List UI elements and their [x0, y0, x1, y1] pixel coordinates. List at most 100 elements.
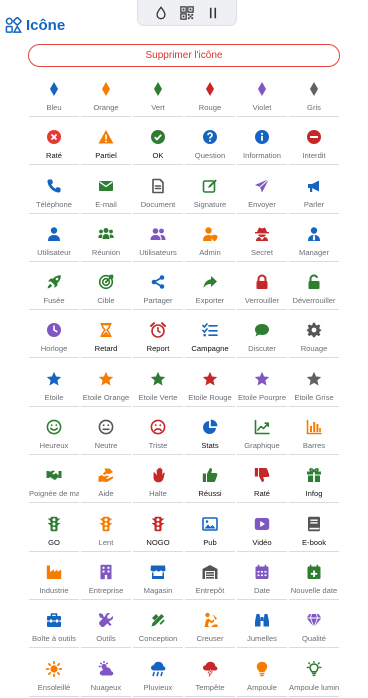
icon-option-qualite[interactable]: Qualité [288, 605, 340, 653]
icon-option-nuageux[interactable]: Nuageux [80, 654, 132, 698]
user-secret-icon [254, 223, 270, 245]
icon-option-label: Nouvelle date [289, 586, 339, 600]
icon-option-rate[interactable]: Raté [236, 460, 288, 508]
icon-option-etoile-orange[interactable]: Etoile Orange [80, 364, 132, 412]
icon-option-rouge[interactable]: Rouge [184, 74, 236, 122]
icon-option-neutre[interactable]: Neutre [80, 412, 132, 460]
users-two-icon [150, 223, 166, 245]
icon-option-nogo[interactable]: NOGO [132, 509, 184, 557]
icon-option-pluvieux[interactable]: Pluvieux [132, 654, 184, 698]
icon-option-halte[interactable]: Halte [132, 460, 184, 508]
icon-grid: Bleu Orange Vert Rouge Violet Gris Raté Partiel… [0, 74, 368, 698]
icon-option-reussi[interactable]: Réussi [184, 460, 236, 508]
icon-option-cible[interactable]: Cible [80, 267, 132, 315]
icon-option-deverrouiller[interactable]: Déverrouiller [288, 267, 340, 315]
icon-option-triste[interactable]: Triste [132, 412, 184, 460]
icon-option-gris[interactable]: Gris [288, 74, 340, 122]
icon-option-etoile-verte[interactable]: Etoile Verte [132, 364, 184, 412]
icon-option-infog[interactable]: Infog [288, 460, 340, 508]
icon-option-utilisateurs[interactable]: Utilisateurs [132, 219, 184, 267]
icon-option-report[interactable]: Report [132, 315, 184, 363]
icon-option-signature[interactable]: Signature [184, 171, 236, 219]
icon-option-manager[interactable]: Manager [288, 219, 340, 267]
icon-option-video[interactable]: Vidéo [236, 509, 288, 557]
icon-option-aide[interactable]: Aide [80, 460, 132, 508]
icon-option-envoyer[interactable]: Envoyer [236, 171, 288, 219]
icon-option-e-book[interactable]: E-book [288, 509, 340, 557]
icon-option-vert[interactable]: Vert [132, 74, 184, 122]
icon-option-label: Question [185, 151, 235, 166]
delete-icon-button[interactable]: Supprimer l'icône [28, 44, 340, 67]
icon-option-heureux[interactable]: Heureux [28, 412, 80, 460]
top-toolbar [137, 0, 237, 26]
icon-option-etoile[interactable]: Etoile [28, 364, 80, 412]
icon-option-interdit[interactable]: Interdit [288, 122, 340, 170]
icon-option-discuter[interactable]: Discuter [236, 315, 288, 363]
icon-option-entrepot[interactable]: Entrepôt [184, 557, 236, 605]
pause-icon[interactable] [204, 4, 222, 22]
icon-option-poignee-de-main[interactable]: Poignée de main [28, 460, 80, 508]
icon-option-partiel[interactable]: Partiel [80, 122, 132, 170]
icon-option-parler[interactable]: Parler [288, 171, 340, 219]
icon-option-ensoleille[interactable]: Ensoleillé [28, 654, 80, 698]
icon-option-ampoule[interactable]: Ampoule [236, 654, 288, 698]
icon-option-rate[interactable]: Raté [28, 122, 80, 170]
icon-option-tempete[interactable]: Tempête [184, 654, 236, 698]
icon-option-lent[interactable]: Lent [80, 509, 132, 557]
icon-option-information[interactable]: Information [236, 122, 288, 170]
icon-option-creuser[interactable]: Creuser [184, 605, 236, 653]
icon-option-document[interactable]: Document [132, 171, 184, 219]
icon-option-stats[interactable]: Stats [184, 412, 236, 460]
icon-option-etoile-rouge[interactable]: Etoile Rouge [184, 364, 236, 412]
handshake-icon [46, 464, 62, 486]
icon-option-boite-a-outils[interactable]: Boîte à outils [28, 605, 80, 653]
icon-option-telephone[interactable]: Téléphone [28, 171, 80, 219]
icon-option-orange[interactable]: Orange [80, 74, 132, 122]
icon-option-go[interactable]: GO [28, 509, 80, 557]
icon-option-reunion[interactable]: Réunion [80, 219, 132, 267]
icon-option-verrouiller[interactable]: Verrouiller [236, 267, 288, 315]
icon-option-label: Ensoleillé [29, 683, 79, 697]
icon-option-etoile-pourpre[interactable]: Etoile Pourpre [236, 364, 288, 412]
icon-option-label: Neutre [81, 441, 131, 456]
icon-option-exporter[interactable]: Exporter [184, 267, 236, 315]
icon-option-etoile-grise[interactable]: Etoile Grise [288, 364, 340, 412]
icon-option-question[interactable]: Question [184, 122, 236, 170]
icon-option-barres[interactable]: Barres [288, 412, 340, 460]
icon-option-horloge[interactable]: Horloge [28, 315, 80, 363]
icon-option-secret[interactable]: Secret [236, 219, 288, 267]
icon-option-partager[interactable]: Partager [132, 267, 184, 315]
icon-option-jumelles[interactable]: Jumelles [236, 605, 288, 653]
icon-option-rouage[interactable]: Rouage [288, 315, 340, 363]
icon-option-nouvelle-date[interactable]: Nouvelle date [288, 557, 340, 605]
icon-option-ampoule-lumineuse[interactable]: Ampoule lumineuse [288, 654, 340, 698]
icon-option-violet[interactable]: Violet [236, 74, 288, 122]
icon-option-magasin[interactable]: Magasin [132, 557, 184, 605]
icon-option-pub[interactable]: Pub [184, 509, 236, 557]
icon-option-entreprise[interactable]: Entreprise [80, 557, 132, 605]
icon-option-fusee[interactable]: Fusée [28, 267, 80, 315]
panel-header: Icône [5, 15, 65, 35]
icon-option-e-mail[interactable]: E-mail [80, 171, 132, 219]
icon-option-label: Information [237, 151, 287, 166]
icon-option-retard[interactable]: Retard [80, 315, 132, 363]
icon-option-date[interactable]: Date [236, 557, 288, 605]
icon-option-label: Ampoule [237, 683, 287, 697]
icon-option-outils[interactable]: Outils [80, 605, 132, 653]
icon-option-conception[interactable]: Conception [132, 605, 184, 653]
icon-option-graphique[interactable]: Graphique [236, 412, 288, 460]
drop-icon[interactable] [152, 4, 170, 22]
qrcode-icon[interactable] [178, 4, 196, 22]
icon-option-label: Envoyer [237, 200, 287, 214]
icon-option-utilisateur[interactable]: Utilisateur [28, 219, 80, 267]
line-chart-icon [254, 416, 270, 438]
icon-option-industrie[interactable]: Industrie [28, 557, 80, 605]
icon-option-label: Rouage [289, 344, 339, 359]
user-icon [46, 223, 62, 245]
icon-option-bleu[interactable]: Bleu [28, 74, 80, 122]
icon-option-label: Pub [185, 538, 235, 552]
icon-option-ok[interactable]: OK [132, 122, 184, 170]
icon-option-campagne[interactable]: Campagne [184, 315, 236, 363]
icon-option-admin[interactable]: Admin [184, 219, 236, 267]
icon-option-label: Rouge [185, 103, 235, 117]
